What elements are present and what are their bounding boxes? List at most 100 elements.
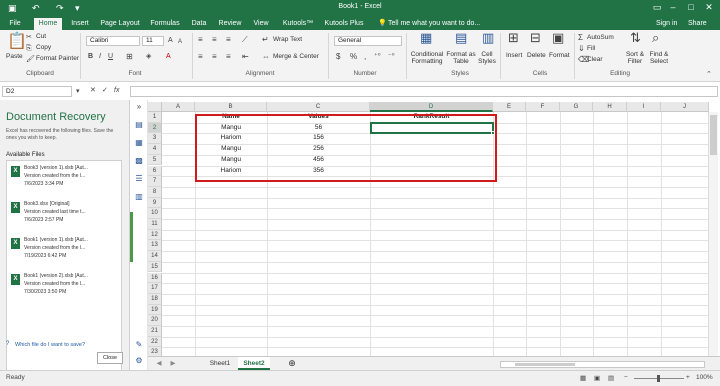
format-as-table-button[interactable]: Format as Table <box>446 51 476 65</box>
sort-filter-button[interactable]: Sort & Filter <box>622 51 648 65</box>
row-header[interactable]: 3 <box>148 133 162 145</box>
tab-data[interactable]: Data <box>188 18 210 30</box>
close-button[interactable]: Close <box>97 352 123 364</box>
zoom-out-icon[interactable]: − <box>624 374 628 381</box>
tab-file[interactable]: File <box>4 18 26 30</box>
borders-icon[interactable]: ⊞ <box>126 52 133 62</box>
increase-decimal-icon[interactable]: ⁺⁰ <box>374 52 381 62</box>
confirm-entry-icon[interactable]: ✓ <box>102 86 108 96</box>
row-header[interactable]: 13 <box>148 240 162 252</box>
column-header[interactable]: C <box>267 102 370 112</box>
grow-font-icon[interactable]: A <box>168 36 173 46</box>
namebox-dropdown-icon[interactable]: ▾ <box>76 87 80 97</box>
new-sheet-icon[interactable]: ⊕ <box>286 357 298 370</box>
row-header[interactable]: 9 <box>148 197 162 209</box>
tab-kutools[interactable]: Kutools™ <box>278 18 318 30</box>
row-header[interactable]: 17 <box>148 283 162 294</box>
close-icon[interactable]: ✕ <box>702 1 716 14</box>
column-header[interactable]: G <box>560 102 593 112</box>
sort-filter-icon[interactable]: ⇅ <box>630 31 641 44</box>
tab-insert[interactable]: Insert <box>68 18 92 30</box>
column-header[interactable]: E <box>493 102 526 112</box>
paste-button[interactable]: Paste <box>6 53 23 60</box>
expand-pane-icon[interactable]: » <box>133 102 145 111</box>
zoom-slider-thumb[interactable] <box>657 375 660 382</box>
bold-icon[interactable]: B <box>88 52 93 62</box>
autosum-icon[interactable]: Σ <box>578 33 583 43</box>
minimize-icon[interactable]: – <box>666 1 680 14</box>
sign-in-link[interactable]: Sign in <box>656 18 677 30</box>
row-header[interactable]: 19 <box>148 304 162 316</box>
tab-home[interactable]: Home <box>34 18 62 30</box>
cancel-entry-icon[interactable]: ✕ <box>90 86 96 96</box>
row-header[interactable]: 5 <box>148 154 162 166</box>
cell-styles-icon[interactable]: ▥ <box>482 31 494 44</box>
sheet-tab-sheet2[interactable]: Sheet2 <box>238 357 270 370</box>
align-left-icon[interactable]: ≡ <box>198 52 203 62</box>
worksheet-icon[interactable]: ▦ <box>133 138 145 147</box>
column-header[interactable]: A <box>162 102 195 112</box>
wrap-text-icon[interactable]: ↵ <box>262 35 269 45</box>
column-header[interactable]: H <box>593 102 627 112</box>
insert-cells-button[interactable]: Insert <box>506 52 522 59</box>
tab-review[interactable]: Review <box>216 18 244 30</box>
middle-align-icon[interactable]: ≡ <box>212 35 217 45</box>
row-header[interactable]: 4 <box>148 144 162 155</box>
sheet-tab-sheet1[interactable]: Sheet1 <box>204 357 236 370</box>
number-format-select[interactable]: General <box>334 36 402 46</box>
settings-gear-icon[interactable]: ⚙ <box>133 356 145 365</box>
tab-kutools-plus[interactable]: Kutools Plus <box>322 18 366 30</box>
tell-me-box[interactable]: Tell me what you want to do... <box>388 18 480 30</box>
conditional-formatting-button[interactable]: Conditional Formatting <box>408 51 446 65</box>
find-select-icon[interactable]: ⌕ <box>652 31 659 44</box>
collapse-ribbon-icon[interactable]: ⌃ <box>706 70 712 80</box>
next-sheet-icon[interactable]: ▶ <box>168 357 178 370</box>
column-header[interactable]: F <box>526 102 560 112</box>
conditional-formatting-icon[interactable]: ▦ <box>420 31 432 44</box>
bottom-align-icon[interactable]: ≡ <box>226 35 231 45</box>
list-icon[interactable]: ☰ <box>133 174 145 183</box>
merge-center-button[interactable]: Merge & Center <box>273 53 319 60</box>
italic-icon[interactable]: I <box>99 52 101 62</box>
row-header[interactable]: 11 <box>148 219 162 230</box>
cut-button[interactable]: Cut <box>36 33 46 40</box>
clear-button[interactable]: Clear <box>587 56 603 63</box>
cut-icon[interactable]: ✂ <box>26 33 32 43</box>
tab-view[interactable]: View <box>250 18 272 30</box>
scroll-thumb[interactable] <box>710 115 717 155</box>
row-header[interactable]: 23 <box>148 347 162 356</box>
cell-styles-button[interactable]: Cell Styles <box>476 51 498 65</box>
name-box[interactable]: D2 <box>2 86 72 97</box>
row-header[interactable]: 1 <box>148 112 162 123</box>
zoom-level[interactable]: 100% <box>696 374 713 381</box>
zoom-in-icon[interactable]: + <box>686 374 690 381</box>
decrease-decimal-icon[interactable]: ⁻⁰ <box>388 52 395 62</box>
align-center-icon[interactable]: ≡ <box>212 52 217 62</box>
font-name-select[interactable]: Calibri <box>86 36 140 46</box>
recovered-file-item[interactable]: X Book1 (version 2).xlsb [Aut... Version… <box>11 273 121 303</box>
row-header[interactable]: 2 <box>148 122 162 134</box>
row-header[interactable]: 8 <box>148 186 162 198</box>
orientation-icon[interactable]: ⟋ <box>242 35 248 45</box>
indent-icon[interactable]: ⇤ <box>242 52 249 62</box>
recovered-file-item[interactable]: X Book3.xlsx [Original] Version created … <box>11 201 121 231</box>
scroll-thumb[interactable] <box>515 363 575 366</box>
calendar-icon[interactable]: ▩ <box>133 156 145 165</box>
formula-input[interactable] <box>130 86 718 97</box>
percent-icon[interactable]: % <box>350 52 357 62</box>
row-header[interactable]: 6 <box>148 165 162 177</box>
column-header[interactable]: J <box>661 102 709 112</box>
shrink-font-icon[interactable]: A <box>178 37 182 47</box>
format-painter-button[interactable]: Format Painter <box>36 55 79 62</box>
currency-icon[interactable]: $ <box>336 52 340 62</box>
which-file-help-link[interactable]: Which file do I want to save? <box>15 342 85 348</box>
select-all-corner[interactable] <box>148 102 162 112</box>
row-header[interactable]: 18 <box>148 293 162 305</box>
share-button[interactable]: Share <box>688 18 707 30</box>
format-painter-icon[interactable]: 🖌 <box>26 55 35 65</box>
fill-icon[interactable]: ⇓ <box>578 44 585 54</box>
column-icon[interactable]: ▥ <box>133 192 145 201</box>
ribbon-options-icon[interactable]: ▭ <box>650 1 664 14</box>
page-break-view-icon[interactable]: ▤ <box>608 374 614 382</box>
row-header[interactable]: 10 <box>148 208 162 219</box>
